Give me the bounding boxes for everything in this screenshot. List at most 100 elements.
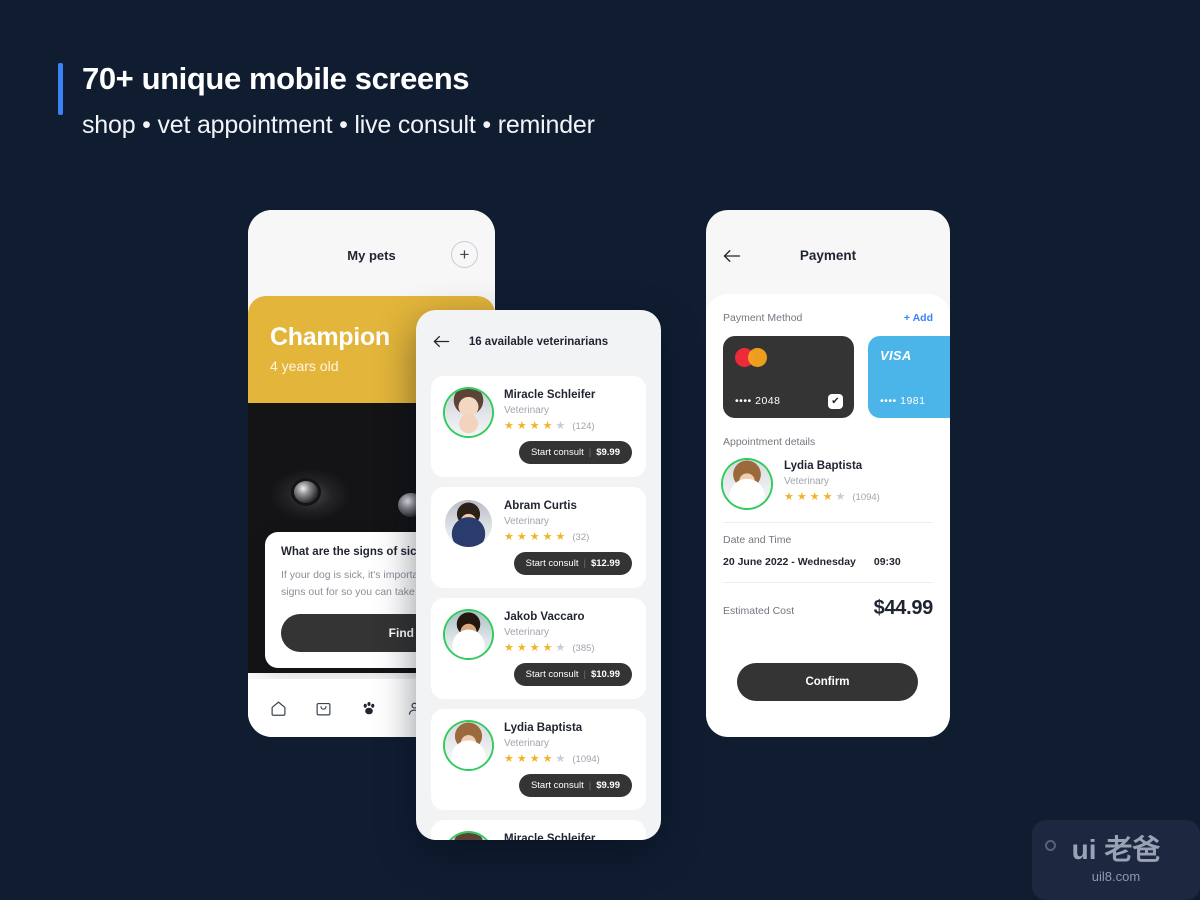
doctor-role: Veterinary xyxy=(784,476,830,487)
vet-role: Veterinary xyxy=(504,516,550,527)
start-consult-label: Start consult xyxy=(530,780,584,791)
star-icon: ★ xyxy=(542,642,553,654)
confirm-button[interactable]: Confirm xyxy=(737,663,918,701)
star-icon: ★ xyxy=(784,491,794,503)
start-consult-button[interactable]: Start consult | $9.99 xyxy=(518,774,632,797)
star-icon: ★ xyxy=(542,753,553,765)
divider xyxy=(723,582,933,583)
payment-title: Payment xyxy=(799,248,857,263)
star-icon: ★ xyxy=(555,531,566,543)
consult-price: $10.99 xyxy=(590,669,620,680)
star-icon: ★ xyxy=(504,642,514,654)
vet-rating: ★ ★ ★ ★ ★ (124) xyxy=(504,420,632,433)
separator: | xyxy=(583,558,586,569)
accent-bar xyxy=(58,63,63,115)
star-icon: ★ xyxy=(555,753,566,765)
star-icon: ★ xyxy=(835,491,846,503)
avatar xyxy=(445,500,492,547)
vet-role: Veterinary xyxy=(504,405,550,416)
avatar xyxy=(445,611,492,658)
plus-icon[interactable]: + xyxy=(451,241,478,268)
vet-review-count: (32) xyxy=(572,532,590,543)
star-icon: ★ xyxy=(529,420,540,432)
start-consult-button[interactable]: Start consult | $9.99 xyxy=(518,441,632,464)
star-icon: ★ xyxy=(504,420,514,432)
separator: | xyxy=(588,780,592,791)
visa-icon: VISA xyxy=(880,348,912,363)
page-title: 70+ unique mobile screens xyxy=(82,61,470,96)
vet-list-appbar: 16 available veterinarians xyxy=(416,310,661,376)
start-consult-label: Start consult xyxy=(530,447,584,458)
home-icon[interactable] xyxy=(270,700,287,717)
card-mastercard[interactable]: •••• 2048 ✔ xyxy=(723,336,854,418)
page-header: 70+ unique mobile screens shop • vet app… xyxy=(58,60,595,140)
vet-card[interactable]: Lydia Baptista Veterinary ★ ★ ★ ★ ★ (1094) Start… xyxy=(431,709,646,810)
circle-icon xyxy=(1045,840,1056,851)
doctor-name: Lydia Baptista xyxy=(784,460,863,472)
avatar xyxy=(723,460,771,508)
vet-card[interactable]: Jakob Vaccaro Veterinary ★ ★ ★ ★ ★ (385) Start c… xyxy=(431,598,646,699)
date-time-value: 20 June 2022 - Wednesday 09:30 xyxy=(723,556,933,568)
start-consult-button[interactable]: Start consult | $12.99 xyxy=(513,552,632,575)
star-icon: ★ xyxy=(796,491,807,503)
card-number: •••• 2048 xyxy=(735,395,781,407)
vet-card[interactable]: Miracle SchleiferVeterinary★★★★★(124)Sta… xyxy=(431,376,646,477)
payment-method-row: Payment Method + Add xyxy=(723,312,933,324)
star-icon: ★ xyxy=(504,531,514,543)
star-icon: ★ xyxy=(555,420,566,432)
watermark: ui 老爸 uil8.com xyxy=(1032,820,1200,900)
star-icon: ★ xyxy=(516,642,527,654)
star-icon: ★ xyxy=(516,531,527,543)
separator: | xyxy=(583,669,586,680)
vet-list-title: 16 available veterinarians xyxy=(468,336,609,348)
estimated-cost-row: Estimated Cost $44.99 xyxy=(723,597,933,620)
card-carousel[interactable]: •••• 2048 ✔ VISA •••• 1981 xyxy=(723,336,950,418)
vet-rating: ★ ★ ★ ★ ★ (1094) xyxy=(504,753,632,766)
pet-name: Champion xyxy=(270,323,390,351)
consult-price: $9.99 xyxy=(596,447,620,458)
consult-price: $12.99 xyxy=(590,558,620,569)
doctor-review-count: (1094) xyxy=(852,492,880,503)
star-icon: ★ xyxy=(529,753,540,765)
shopping-bag-icon[interactable] xyxy=(315,700,332,717)
vet-role: Veterinary xyxy=(504,627,550,638)
avatar xyxy=(445,722,492,769)
my-pets-appbar: My pets + xyxy=(248,210,495,296)
card-selected-check-icon[interactable]: ✔ xyxy=(828,394,843,409)
add-card-link[interactable]: + Add xyxy=(904,312,933,324)
avatar xyxy=(445,833,492,840)
vet-role: Veterinary xyxy=(504,738,550,749)
payment-appbar: Payment xyxy=(706,210,950,294)
date-time-label: Date and Time xyxy=(723,534,792,546)
vet-card[interactable]: Miracle SchleiferVeterinary★★★★★(124)Sta… xyxy=(431,820,646,840)
doctor-rating: ★ ★ ★ ★ ★ (1094) xyxy=(784,491,933,504)
vet-name: Miracle Schleifer xyxy=(504,833,596,840)
vet-review-count: (385) xyxy=(572,643,595,654)
star-icon: ★ xyxy=(822,491,833,503)
card-visa[interactable]: VISA •••• 1981 xyxy=(868,336,950,418)
appointment-details-label: Appointment details xyxy=(723,436,816,448)
watermark-logo: ui 老爸 xyxy=(1071,834,1161,865)
appointment-date: 20 June 2022 - Wednesday xyxy=(723,556,856,568)
start-consult-button[interactable]: Start consult | $10.99 xyxy=(513,663,632,686)
star-icon: ★ xyxy=(542,420,553,432)
vet-rating: ★ ★ ★ ★ ★ (32) xyxy=(504,531,632,544)
mastercard-icon xyxy=(735,348,767,367)
star-icon: ★ xyxy=(809,491,820,503)
star-icon: ★ xyxy=(504,753,514,765)
star-icon: ★ xyxy=(516,420,527,432)
separator: | xyxy=(588,447,592,458)
avatar xyxy=(445,389,492,436)
vet-card[interactable]: Abram Curtis Veterinary ★ ★ ★ ★ ★ (32) Start con… xyxy=(431,487,646,588)
vet-review-count: (124) xyxy=(572,421,595,432)
vet-rating: ★ ★ ★ ★ ★ (385) xyxy=(504,642,632,655)
divider xyxy=(723,522,933,523)
page-subtitle: shop • vet appointment • live consult • … xyxy=(82,110,595,139)
vet-review-count: (1094) xyxy=(572,754,600,765)
star-icon: ★ xyxy=(529,642,540,654)
estimated-cost-value: $44.99 xyxy=(873,597,934,619)
payment-body: Payment Method + Add •••• 2048 ✔ VISA ••… xyxy=(706,294,950,737)
paw-icon[interactable] xyxy=(360,699,378,717)
star-icon: ★ xyxy=(555,642,566,654)
vet-name: Miracle Schleifer xyxy=(504,389,596,401)
